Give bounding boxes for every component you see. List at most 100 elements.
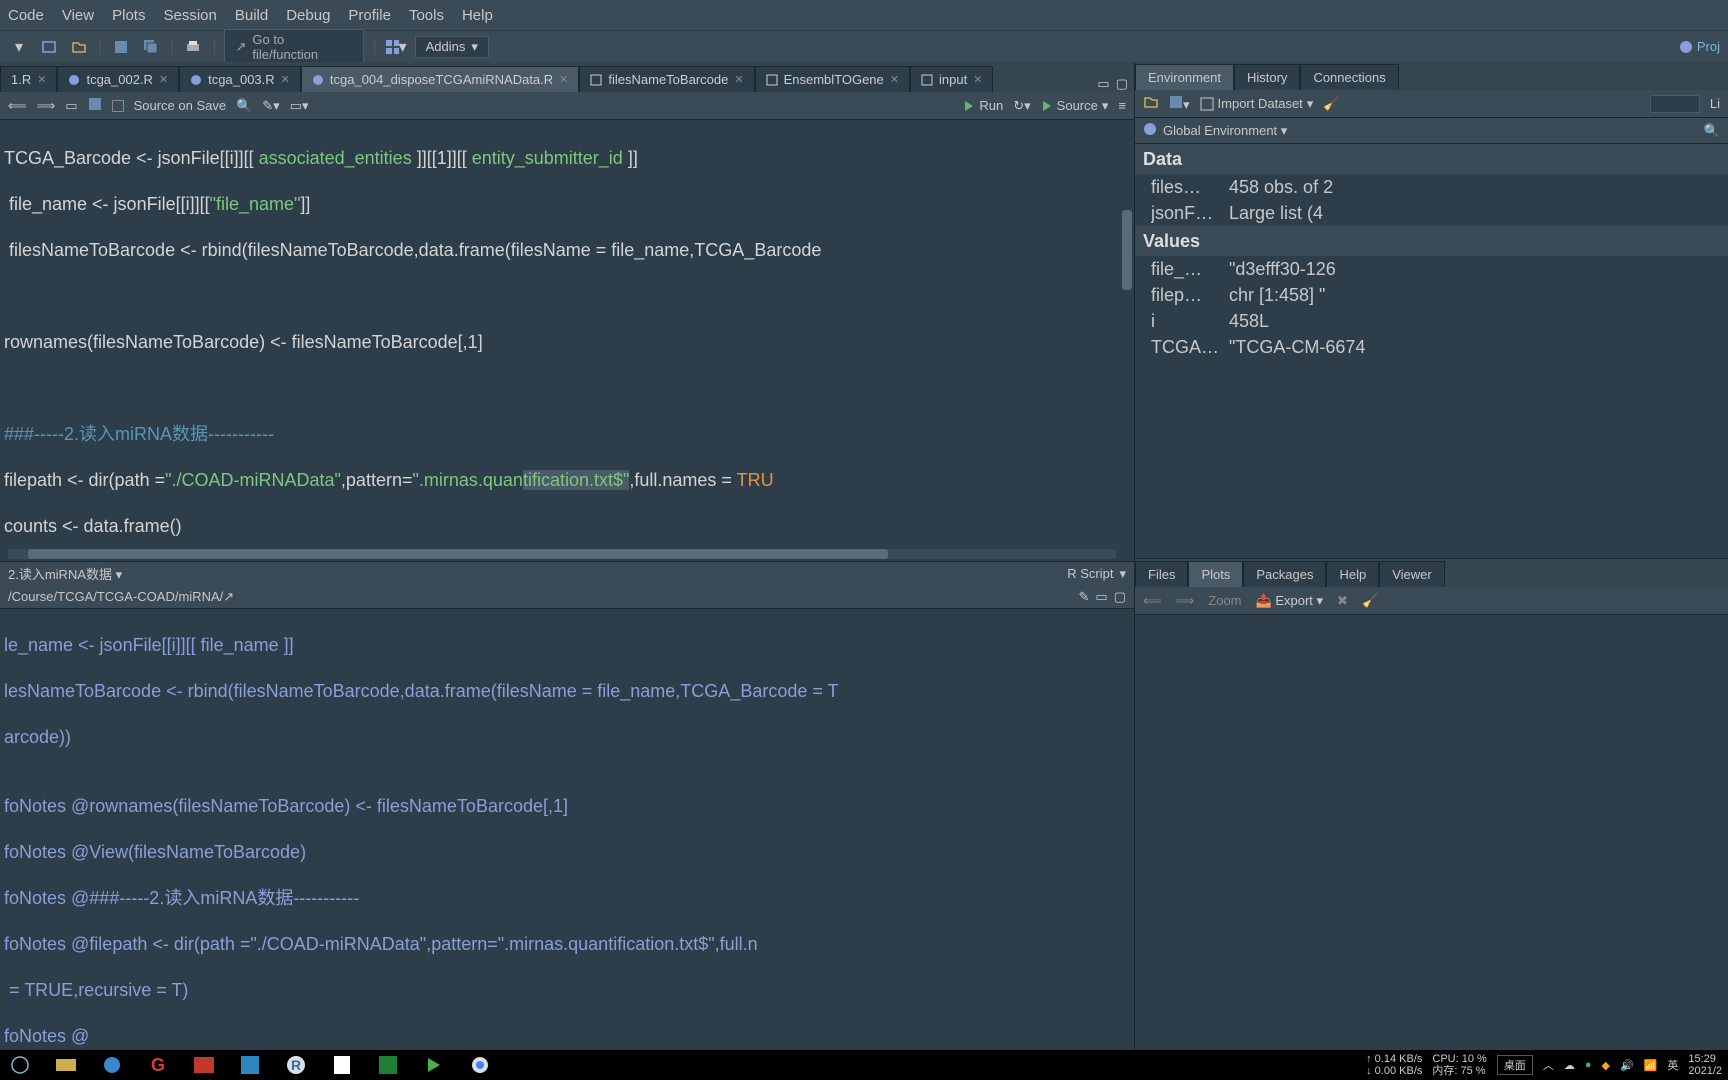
tab-connections[interactable]: Connections — [1300, 64, 1398, 90]
console[interactable]: le_name <- jsonFile[[i]][[ file_name ]] … — [0, 609, 1134, 1050]
clear-console-icon[interactable]: ✎ — [1079, 589, 1090, 605]
open-file-icon[interactable] — [68, 37, 90, 57]
refresh-icon[interactable]: 🔍 — [1704, 123, 1720, 139]
list-view-button[interactable]: Li — [1710, 96, 1720, 111]
scope-dropdown[interactable]: Global Environment ▾ — [1163, 123, 1287, 139]
run-button[interactable]: Run — [963, 98, 1003, 113]
print-icon[interactable] — [182, 37, 204, 57]
show-desktop-button[interactable]: 桌面 — [1497, 1055, 1533, 1075]
env-var-filep[interactable]: filep…chr [1:458] " — [1135, 282, 1728, 308]
ime-indicator[interactable]: 英 — [1667, 1057, 1678, 1073]
tab-history[interactable]: History — [1234, 64, 1300, 90]
save-workspace-icon[interactable]: ▾ — [1169, 95, 1190, 113]
maximize-pane-icon[interactable]: ▢ — [1114, 589, 1126, 605]
player-icon[interactable] — [420, 1053, 448, 1077]
close-icon[interactable]: ✕ — [281, 73, 290, 86]
tab-files[interactable]: Files — [1135, 561, 1188, 587]
env-var-i[interactable]: i458L — [1135, 308, 1728, 334]
tab-file-7[interactable]: input✕ — [910, 66, 993, 92]
tab-environment[interactable]: Environment — [1135, 64, 1234, 90]
tab-file-5[interactable]: filesNameToBarcode✕ — [579, 66, 754, 92]
project-menu[interactable]: Proj — [1679, 39, 1720, 54]
tray-chevron-icon[interactable]: ︿ — [1543, 1057, 1554, 1073]
save-all-icon[interactable] — [140, 37, 162, 57]
menu-plots[interactable]: Plots — [112, 7, 145, 24]
minimize-pane-icon[interactable]: ▭ — [1095, 589, 1107, 605]
source-button[interactable]: Source ▾ — [1041, 98, 1109, 114]
tab-help[interactable]: Help — [1326, 561, 1379, 587]
edge-icon[interactable] — [98, 1053, 126, 1077]
close-icon[interactable]: ✕ — [559, 73, 568, 86]
close-icon[interactable]: ✕ — [734, 73, 743, 86]
tab-plots[interactable]: Plots — [1188, 561, 1243, 587]
load-workspace-icon[interactable] — [1143, 94, 1159, 113]
close-icon[interactable]: ✕ — [890, 73, 899, 86]
section-navigator[interactable]: 2.读入miRNA数据 ▾ — [8, 564, 122, 583]
editor-vscroll[interactable] — [1122, 210, 1132, 290]
forward-icon[interactable]: ⟹ — [37, 98, 56, 114]
clock[interactable]: 15:29 2021/2 — [1688, 1053, 1722, 1077]
menu-build[interactable]: Build — [235, 7, 268, 24]
start-button[interactable] — [6, 1053, 34, 1077]
tray-network-icon[interactable]: 📶 — [1644, 1059, 1658, 1072]
save-file-icon[interactable] — [88, 97, 102, 114]
close-icon[interactable]: ✕ — [37, 73, 46, 86]
env-var-files[interactable]: files…458 obs. of 2 — [1135, 174, 1728, 200]
tab-file-1[interactable]: 1.R✕ — [0, 66, 57, 92]
new-project-icon[interactable] — [38, 37, 60, 57]
code-editor[interactable]: TCGA_Barcode <- jsonFile[[i]][[ associat… — [0, 120, 1134, 561]
menu-tools[interactable]: Tools — [409, 7, 444, 24]
save-icon[interactable] — [110, 37, 132, 57]
rerun-icon[interactable]: ↻▾ — [1013, 98, 1030, 114]
outline-icon[interactable]: ≡ — [1118, 98, 1126, 113]
rstudio-icon[interactable]: R — [282, 1053, 310, 1077]
menu-session[interactable]: Session — [163, 7, 216, 24]
chrome-icon[interactable] — [466, 1053, 494, 1077]
notepad-icon[interactable] — [328, 1053, 356, 1077]
close-icon[interactable]: ✕ — [973, 73, 982, 86]
minimize-pane-icon[interactable]: ▭ — [1097, 76, 1109, 92]
new-file-icon[interactable]: ▾ — [8, 37, 30, 57]
tray-app-icon[interactable]: ◆ — [1601, 1059, 1609, 1072]
export-button[interactable]: 📤 Export ▾ — [1256, 593, 1324, 609]
maximize-pane-icon[interactable]: ▢ — [1116, 76, 1128, 92]
back-icon[interactable]: ⟸ — [8, 98, 27, 114]
explorer-icon[interactable] — [52, 1053, 80, 1077]
source-on-save-checkbox[interactable] — [112, 100, 124, 112]
tab-file-3[interactable]: tcga_003.R✕ — [179, 66, 301, 92]
find-icon[interactable]: 🔍 — [236, 98, 252, 114]
tray-wechat-icon[interactable]: ● — [1585, 1059, 1592, 1071]
env-var-file[interactable]: file_…"d3efff30-126 — [1135, 256, 1728, 282]
grid-icon[interactable]: ▾ — [385, 37, 407, 57]
arrow-icon[interactable]: ↗ — [223, 589, 234, 605]
tab-viewer[interactable]: Viewer — [1379, 561, 1445, 587]
editor-hscroll[interactable] — [8, 549, 1116, 559]
env-search-input[interactable] — [1650, 95, 1700, 113]
excel-icon[interactable] — [374, 1053, 402, 1077]
tray-onedrive-icon[interactable]: ☁ — [1564, 1059, 1575, 1072]
menu-code[interactable]: Code — [8, 7, 44, 24]
show-in-new-window-icon[interactable]: ▭ — [65, 98, 77, 114]
tab-file-6[interactable]: EnsemblTOGene✕ — [755, 66, 910, 92]
tab-file-2[interactable]: tcga_002.R✕ — [57, 66, 179, 92]
tray-volume-icon[interactable]: 🔊 — [1620, 1059, 1634, 1072]
go-to-file-input[interactable]: ↗ Go to file/function — [224, 29, 364, 65]
wand-icon[interactable]: ✎▾ — [262, 98, 279, 114]
import-dataset-button[interactable]: Import Dataset ▾ — [1200, 96, 1314, 112]
menu-view[interactable]: View — [62, 7, 94, 24]
app-g-icon[interactable]: G — [144, 1053, 172, 1077]
close-icon[interactable]: ✕ — [159, 73, 168, 86]
report-icon[interactable]: ▭▾ — [290, 98, 309, 114]
env-var-tcga[interactable]: TCGA_…"TCGA-CM-6674 — [1135, 334, 1728, 360]
addins-dropdown[interactable]: Addins ▾ — [415, 36, 489, 58]
app-blue-icon[interactable] — [236, 1053, 264, 1077]
menu-debug[interactable]: Debug — [286, 7, 330, 24]
clear-env-icon[interactable]: 🧹 — [1323, 96, 1339, 112]
env-var-jsonF[interactable]: jsonF…Large list (4 — [1135, 200, 1728, 226]
app-red-icon[interactable] — [190, 1053, 218, 1077]
tab-file-4[interactable]: tcga_004_disposeTCGAmiRNAData.R✕ — [301, 66, 580, 92]
tab-packages[interactable]: Packages — [1243, 561, 1326, 587]
file-type-label[interactable]: R Script — [1067, 566, 1113, 581]
menu-help[interactable]: Help — [462, 7, 493, 24]
menu-profile[interactable]: Profile — [348, 7, 391, 24]
